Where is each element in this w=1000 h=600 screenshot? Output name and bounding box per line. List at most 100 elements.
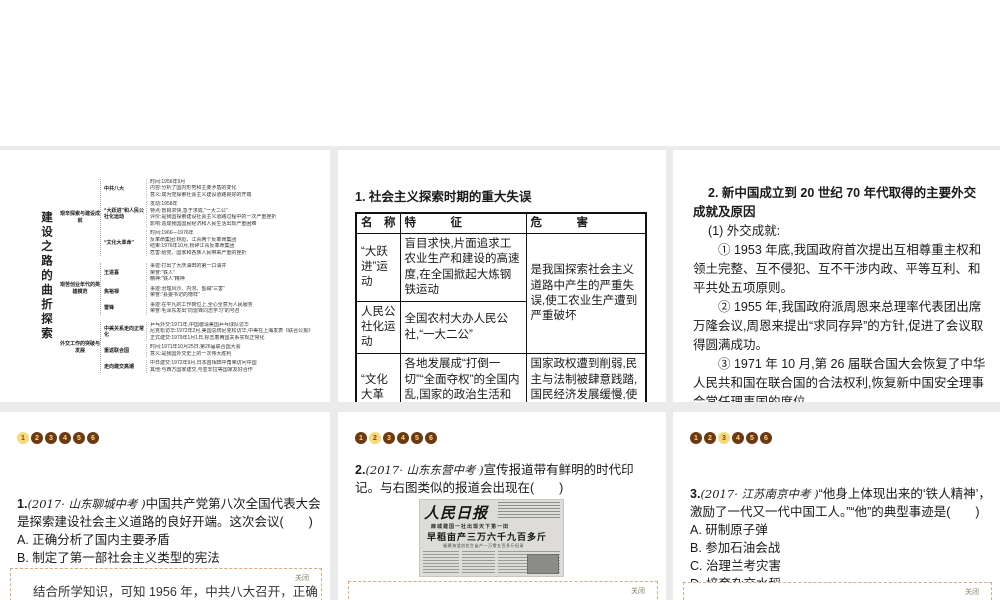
question-number: 2. [355, 463, 366, 477]
page-dot-5[interactable]: 5 [73, 432, 85, 444]
newspaper-column-gap [495, 551, 498, 575]
mindmap-node-label: 中共八大 [104, 185, 125, 192]
answer-option[interactable]: A. 研制原子弹 [690, 521, 991, 539]
mindmap-detail-line: 影响:造成我国国民经济和人民生活出现严重困难 [150, 220, 257, 227]
cell-feature: 各地发展成“打倒一切”“全面夺权”的全国内乱,国家的政治生活和社会生活陷于极不正… [399, 353, 527, 402]
notes-paragraph: ③ 1971 年 10 月,第 26 届联合国大会恢复了中华人民共和国在联合国的… [693, 357, 986, 402]
mindmap-node: 雷锋 事迹:在平凡的工作岗位上,全心全意为人民服务 荣誉:毛泽东发出“向雷锋同志学习… [104, 301, 328, 315]
cell-harm: 国家政权遭到削弱,民主与法制被肆意践踏,国民经济发展缓慢,使我国社会主义事业走了… [525, 353, 647, 402]
mindmap: 建设之路的曲折探索 艰辛探索与建设成就 中共八大 时间:1956年9月 内容:分析了国… [0, 150, 330, 402]
page-dot-4[interactable]: 4 [732, 432, 744, 444]
panel-diplomacy-notes: 2. 新中国成立到 20 世纪 70 年代取得的主要外交成就及原因 (1) 外交… [673, 150, 1000, 402]
mindmap-branch: 外交工作的突破与发展 中美关系走向正常化 乒乓外交:1971年,中国邀请美国乒乓球队… [60, 321, 328, 374]
page-dot-2[interactable]: 2 [31, 432, 43, 444]
newspaper-image: 人民日报 麻城建国一社出现天下第一田 早稻亩产三万六千九百多斤 福建海澄创花生亩… [419, 499, 564, 577]
page-dot-2[interactable]: 2 [369, 432, 381, 444]
mindmap-node-label: 走向建交高潮 [104, 363, 135, 370]
panel-mistakes-table: 1. 社会主义探索时期的重大失误 名 称 特 征 危 害 “大跃进”运动 盲目求… [338, 150, 666, 402]
page-dot-1[interactable]: 1 [17, 432, 29, 444]
panel-question-3: 123456 3.(2017· 江苏南京中考 )“他身上体现出来的‘铁人精神’，… [673, 412, 1000, 600]
mindmap-detail-line: 正式建交:1979年1月1日,标志着两国关系实现正常化 [150, 334, 265, 341]
newspaper-side-columns [498, 502, 560, 520]
cell-name: 人民公社化运动 [355, 300, 401, 355]
notes-paragraph: ② 1955 年,我国政府派周恩来总理率代表团出席万隆会议,周恩来提出“求同存异… [693, 300, 984, 352]
mindmap-detail-line: 尼克松访华:1972年2月,美国总统尼克松访华,中美在上海发表《联合公报》 [150, 328, 314, 335]
mistakes-table: 名 称 特 征 危 害 “大跃进”运动 盲目求快,片面追求工农业生产和建设的高速… [355, 212, 647, 402]
table-row: “大跃进”运动 盲目求快,片面追求工农业生产和建设的高速度,在全国掀起大炼钢铁运… [355, 233, 647, 355]
mindmap-node: “大跃进”和人民公社化运动 发动:1958年 特点:盲目求快,急于求成,“一大二公”… [104, 201, 328, 228]
close-button[interactable]: 关闭 [631, 586, 645, 596]
pagination: 123456 [690, 432, 772, 444]
page-dot-1[interactable]: 1 [355, 432, 367, 444]
mindmap-node-label: 王进喜 [104, 270, 120, 276]
panel-question-1: 123456 1.(2017· 山东聊城中考 )中国共产党第八次全国代表大会是探… [0, 412, 330, 600]
mindmap-node: 中美关系走向正常化 乒乓外交:1971年,中国邀请美国乒乓球队访华 尼克松访华:19… [104, 321, 328, 342]
page-dot-5[interactable]: 5 [411, 432, 423, 444]
page-dot-3[interactable]: 3 [45, 432, 57, 444]
exam-source: (2017· 江苏南京中考 ) [700, 487, 819, 501]
close-button[interactable]: 关闭 [295, 573, 309, 583]
newspaper-subline: 福建海澄创花生亩产一万零五百多斤纪录 [443, 543, 524, 548]
answer-option[interactable]: B. 参加石油会战 [690, 539, 991, 557]
page-dot-3[interactable]: 3 [383, 432, 395, 444]
answer-explanation: 结合所学知识，可知 1956 年，中共八大召开，正确分析了国内的主 [33, 585, 318, 599]
question-text: 3.(2017· 江苏南京中考 )“他身上体现出来的‘铁人精神’，激励了一代又一… [690, 487, 991, 519]
page-dot-2[interactable]: 2 [704, 432, 716, 444]
newspaper-photo [527, 554, 559, 574]
question-text: 1.(2017· 山东聊城中考 )中国共产党第八次全国代表大会是探索建设社会主义… [17, 497, 321, 529]
question-number: 3. [690, 487, 701, 501]
page-dot-6[interactable]: 6 [87, 432, 99, 444]
mindmap-node-label: 焦裕禄 [104, 289, 120, 296]
close-button[interactable]: 关闭 [965, 587, 979, 597]
answer-popup: 关闭 结合所学知识，可知 1956 年，中共八大召开，正确分析了国内的主 [10, 568, 322, 600]
mindmap-tree: 艰辛探索与建设成就 中共八大 时间:1956年9月 内容:分析了国内形势和主要矛盾的变… [60, 178, 328, 374]
cell-harm-merged: 是我国探索社会主义道路中产生的严重失误,使工农业生产遭到严重破坏 [525, 233, 647, 355]
col-header-feature: 特 征 [399, 212, 527, 235]
pagination: 123456 [17, 432, 99, 444]
page-dot-4[interactable]: 4 [397, 432, 409, 444]
mindmap-branch-label: 外交工作的突破与发展 [60, 340, 101, 354]
mindmap-node: 王进喜 事迹:打出了大庆油田的第一口油井 荣誉:“铁人” 精神:“铁人”精神 [104, 263, 328, 283]
page-dot-5[interactable]: 5 [746, 432, 758, 444]
mindmap-detail-line: 精神:“铁人”精神 [150, 276, 185, 283]
answer-option[interactable]: A. 正确分析了国内主要矛盾 [17, 531, 321, 549]
newspaper-column-gap [459, 551, 462, 575]
exam-source: (2017· 山东聊城中考 ) [27, 497, 146, 511]
cell-name: “大跃进”运动 [355, 233, 401, 302]
page-dot-1[interactable]: 1 [690, 432, 702, 444]
mindmap-branch-label: 艰苦创业年代的英雄模范 [60, 282, 101, 295]
page-dot-6[interactable]: 6 [760, 432, 772, 444]
mindmap-node-label: “文化大革命” [104, 240, 135, 247]
mindmap-node: “文化大革命” 时间:1966—1976年 反革命集团:林彪、江青两个反革命集团 结束… [104, 230, 328, 257]
mindmap-node-label: 重返联合国 [104, 347, 130, 354]
mindmap-branch: 艰辛探索与建设成就 中共八大 时间:1956年9月 内容:分析了国内形势和主要矛盾的变… [60, 178, 328, 257]
col-header-name: 名 称 [355, 212, 401, 235]
cell-name: “文化大革命” [355, 353, 401, 402]
mindmap-branch: 艰苦创业年代的英雄模范 王进喜 事迹:打出了大庆油田的第一口油井 荣誉:“铁人” 精神:… [60, 263, 328, 315]
mindmap-node-label: “大跃进”和人民公社化运动 [104, 208, 145, 221]
mindmap-node: 走向建交高潮 中日建交:1972年9月,日本首相田中角荣访问中国 其他:与西方国家建… [104, 360, 328, 374]
answer-option[interactable]: C. 治理兰考灾害 [690, 557, 991, 575]
page-dot-3[interactable]: 3 [718, 432, 730, 444]
exam-source: (2017· 山东东营中考 ) [365, 463, 484, 477]
panel-question-2: 123456 2.(2017· 山东东营中考 )宣传报道带有鲜明的时代印记。与右… [338, 412, 666, 600]
page-dot-6[interactable]: 6 [425, 432, 437, 444]
notes-title: 2. 新中国成立到 20 世纪 70 年代取得的主要外交成就及原因 [693, 186, 977, 219]
cell-feature: 全国农村大办人民公社,“一大二公” [399, 300, 527, 355]
answer-popup: 关闭 [683, 582, 992, 600]
mindmap-node-label: 中美关系走向正常化 [104, 325, 145, 338]
page-dot-4[interactable]: 4 [59, 432, 71, 444]
answer-option[interactable]: B. 制定了第一部社会主义类型的宪法 [17, 549, 321, 567]
mindmap-detail-line: 荣誉:毛泽东发出“向雷锋同志学习”的号召 [150, 308, 240, 315]
mindmap-detail-line: 意义:成为党探索社会主义建设道路良好的开端 [150, 191, 252, 198]
table-title: 1. 社会主义探索时期的重大失误 [355, 190, 532, 204]
question-text: 2.(2017· 山东东营中考 )宣传报道带有鲜明的时代印记。与右图类似的报道会… [355, 463, 634, 495]
pagination: 123456 [355, 432, 437, 444]
panel-mindmap: 建设之路的曲折探索 艰辛探索与建设成就 中共八大 时间:1956年9月 内容:分析了国… [0, 150, 330, 402]
mindmap-detail-line: 其他:与西方国家建交,与亚非拉等国家友好合作 [150, 366, 253, 373]
newspaper-headline: 早稻亩产三万六千九百多斤 [427, 532, 548, 542]
col-header-harm: 危 害 [525, 212, 647, 235]
answer-popup: 关闭 [348, 581, 658, 600]
mindmap-node: 重返联合国 时间:1971年10月25日,第26届联合国大会 意义:是我国外交史上的… [104, 344, 328, 358]
mindmap-detail-line: 意义:是我国外交史上的一次伟大胜利 [150, 350, 232, 357]
